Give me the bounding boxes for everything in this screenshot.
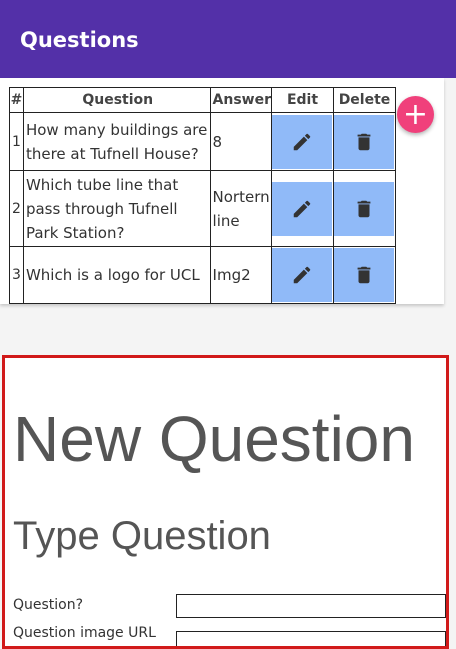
table-header-row: # Question Answer Edit Delete [9, 87, 397, 113]
form-subheading: Type Question [13, 514, 271, 558]
header-question: Question [22, 87, 211, 113]
page-title: Questions [20, 28, 139, 52]
header-edit: Edit [271, 87, 334, 113]
table-row: 2 Which tube line that pass through Tufn… [9, 170, 397, 247]
edit-button[interactable] [272, 181, 333, 236]
header-delete: Delete [332, 87, 397, 113]
new-question-form: New Question Type Question Question? Que… [2, 355, 449, 649]
question-input[interactable] [176, 594, 446, 618]
row-question: Which tube line that pass through Tufnel… [22, 170, 211, 247]
table-row: 3 Which is a logo for UCL Img2 [9, 246, 397, 304]
pencil-icon [294, 200, 311, 217]
header-answer: Answer [209, 87, 273, 113]
delete-button[interactable] [334, 248, 395, 302]
delete-button[interactable] [334, 114, 395, 169]
edit-button[interactable] [272, 248, 333, 302]
form-heading: New Question [13, 403, 415, 475]
row-number: 3 [9, 246, 24, 304]
image-url-label: Question image URL [13, 625, 156, 641]
table-row: 1 How many buildings are there at Tufnel… [9, 112, 397, 171]
trash-icon [358, 200, 371, 217]
pencil-icon [294, 266, 311, 284]
trash-icon [358, 266, 371, 284]
questions-table: # Question Answer Edit Delete 1 How many… [9, 87, 397, 304]
row-answer: Img2 [209, 246, 273, 304]
app-bar: Questions [0, 0, 456, 78]
question-label: Question? [13, 597, 84, 613]
delete-button[interactable] [334, 181, 395, 236]
pencil-icon [294, 133, 311, 150]
row-answer: Nortern line [209, 170, 273, 247]
plus-icon: + [402, 96, 429, 132]
row-question: How many buildings are there at Tufnell … [22, 112, 211, 171]
questions-card: # Question Answer Edit Delete 1 How many… [0, 78, 444, 304]
image-url-input[interactable] [176, 631, 446, 646]
edit-button[interactable] [272, 114, 333, 169]
row-number: 2 [9, 170, 24, 247]
row-number: 1 [9, 112, 24, 171]
row-question: Which is a logo for UCL [22, 246, 211, 304]
header-number: # [9, 87, 24, 113]
add-question-button[interactable]: + [397, 96, 434, 133]
row-answer: 8 [209, 112, 273, 171]
trash-icon [358, 133, 371, 150]
